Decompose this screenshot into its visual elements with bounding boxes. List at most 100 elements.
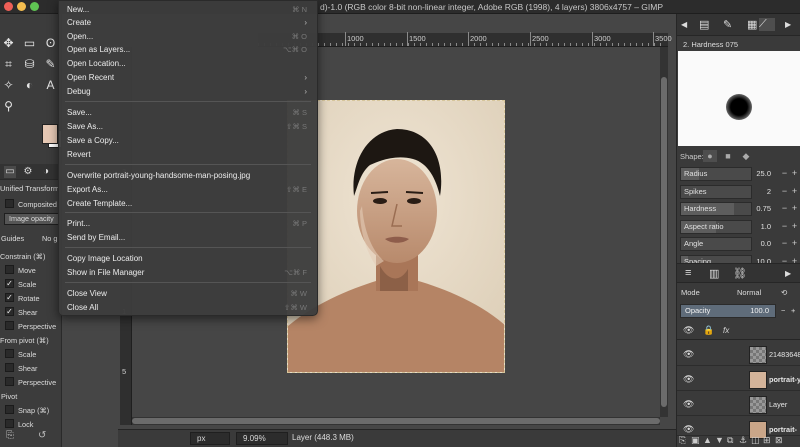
shear-checkbox[interactable]: ✓ <box>5 307 14 316</box>
param-minus-icon[interactable]: − <box>780 220 789 234</box>
unit-select[interactable]: px <box>190 432 230 445</box>
param-plus-icon[interactable]: + <box>790 237 799 251</box>
menu-item[interactable]: Print... ⌘ P <box>59 217 317 230</box>
layer-row[interactable]: 👁 21483648 <box>677 344 800 366</box>
fp-perspective-checkbox[interactable] <box>5 377 14 386</box>
visibility-eye-icon[interactable]: 👁 <box>683 399 694 410</box>
menu-item[interactable]: Save a Copy... <box>59 134 317 147</box>
shape-diamond-icon[interactable]: ◆ <box>739 150 753 162</box>
undo-history-tab-icon[interactable]: ◑ <box>40 166 52 178</box>
channels-tab-icon[interactable]: ▥ <box>709 267 719 280</box>
perspective-checkbox[interactable] <box>5 321 14 330</box>
mode-select[interactable]: Normal <box>737 286 761 299</box>
opacity-field[interactable]: Opacity 100.0 <box>680 304 776 318</box>
menu-item[interactable]: Close View ⌘ W <box>59 287 317 300</box>
fp-scale-checkbox[interactable] <box>5 349 14 358</box>
visibility-eye-icon[interactable]: 👁 <box>683 424 694 435</box>
delete-layer-icon[interactable]: ⊠ <box>775 435 783 446</box>
rotate-checkbox[interactable]: ✓ <box>5 293 14 302</box>
scrollbar-thumb[interactable] <box>661 77 667 407</box>
param-minus-icon[interactable]: − <box>780 237 789 251</box>
menu-item[interactable]: Save... ⌘ S <box>59 106 317 119</box>
mask-layer-icon[interactable]: ◫ <box>751 435 760 446</box>
horizontal-ruler[interactable]: 1000 1500 2000 2500 3000 3500 <box>258 32 672 47</box>
portrait-image[interactable] <box>287 100 505 373</box>
composited-checkbox[interactable] <box>5 199 14 208</box>
layer-row[interactable]: 👁 Layer <box>677 394 800 416</box>
param-plus-icon[interactable]: + <box>790 202 799 216</box>
lock-checkbox[interactable] <box>5 419 14 428</box>
layers-menu-icon[interactable]: ▶ <box>785 269 791 278</box>
crop-tool-icon[interactable]: ⌗ <box>1 57 16 72</box>
menu-item[interactable]: Copy Image Location <box>59 252 317 265</box>
bucket-tool-icon[interactable]: ⛁ <box>22 57 37 72</box>
param-minus-icon[interactable]: − <box>780 185 789 199</box>
tool-options-tab-icon[interactable]: ▭ <box>4 166 16 178</box>
image-opacity-field[interactable]: Image opacity <box>4 213 60 225</box>
duplicate-layer-icon[interactable]: ⧉ <box>727 435 733 446</box>
vertical-scrollbar[interactable] <box>660 47 668 417</box>
layer-row[interactable]: 👁 portrait-y <box>677 369 800 391</box>
visibility-eye-icon[interactable]: 👁 <box>683 349 694 360</box>
param-plus-icon[interactable]: + <box>790 220 799 234</box>
menu-item[interactable]: Create Template... <box>59 197 317 210</box>
menu-item[interactable]: Create › <box>59 16 317 29</box>
guides-select[interactable]: No g <box>42 234 57 243</box>
move-checkbox[interactable] <box>5 265 14 274</box>
menu-item[interactable]: Open Recent › <box>59 71 317 84</box>
param-plus-icon[interactable]: + <box>790 167 799 181</box>
close-window-button[interactable] <box>4 2 13 11</box>
menu-item[interactable]: Revert <box>59 148 317 161</box>
dock-tab-paint-dynamics-icon[interactable]: ✎ <box>723 18 732 31</box>
menu-item[interactable]: Show in File Manager ⌥⌘ F <box>59 266 317 279</box>
shape-circle-icon[interactable]: ● <box>703 150 717 162</box>
anchor-layer-icon[interactable]: ⚓ <box>739 435 747 446</box>
lock-layer-icon[interactable]: ⊞ <box>763 435 771 446</box>
param-minus-icon[interactable]: − <box>780 202 789 216</box>
rect-select-tool-icon[interactable]: ▭ <box>22 36 37 51</box>
menu-item[interactable]: Send by Email... <box>59 231 317 244</box>
zoom-window-button[interactable] <box>30 2 39 11</box>
mode-reset-icon[interactable]: ⟲ <box>781 286 787 299</box>
param-plus-icon[interactable]: + <box>790 185 799 199</box>
zoom-tool-icon[interactable]: ⚲ <box>1 99 16 114</box>
restore-preset-icon[interactable]: ↺ <box>38 430 46 441</box>
horizontal-scrollbar[interactable] <box>132 417 660 425</box>
dock-tab-brushes-icon[interactable]: ▤ <box>699 18 709 31</box>
dock-menu-icon[interactable]: ▶ <box>785 20 791 29</box>
paths-tab-icon[interactable]: ⛓ <box>733 267 747 280</box>
dodge-tool-icon[interactable]: ◐ <box>22 78 37 93</box>
shape-square-icon[interactable]: ■ <box>721 150 735 162</box>
foreground-color-swatch[interactable] <box>42 124 58 144</box>
device-status-tab-icon[interactable]: ⚙ <box>22 166 34 178</box>
new-group-icon[interactable]: ▣ <box>691 435 700 446</box>
scrollbar-thumb[interactable] <box>132 418 660 424</box>
lower-layer-icon[interactable]: ▼ <box>715 435 724 445</box>
fp-shear-checkbox[interactable] <box>5 363 14 372</box>
warp-tool-icon[interactable]: ✧ <box>1 78 16 93</box>
scale-checkbox[interactable]: ✓ <box>5 279 14 288</box>
text-tool-icon[interactable]: A <box>43 78 58 93</box>
visibility-eye-icon[interactable]: 👁 <box>683 374 694 385</box>
dock-tab-patterns-icon[interactable]: ▦ <box>747 18 757 31</box>
menu-item[interactable]: Export As... ⇧⌘ E <box>59 183 317 196</box>
menu-item[interactable]: Open Location... <box>59 57 317 70</box>
menu-item[interactable]: Save As... ⇧⌘ S <box>59 120 317 133</box>
opacity-plus-icon[interactable]: + <box>791 304 795 317</box>
param-minus-icon[interactable]: − <box>780 167 789 181</box>
snap-checkbox[interactable] <box>5 405 14 414</box>
layers-tab-icon[interactable]: ≡ <box>685 267 691 279</box>
menu-item[interactable]: Overwrite portrait-young-handsome-man-po… <box>59 169 317 182</box>
raise-layer-icon[interactable]: ▲ <box>703 435 712 445</box>
lasso-tool-icon[interactable]: ʘ <box>43 36 58 51</box>
menu-item[interactable]: Debug › <box>59 85 317 98</box>
move-tool-icon[interactable]: ✥ <box>1 36 16 51</box>
menu-item[interactable]: Open... ⌘ O <box>59 30 317 43</box>
layer-row[interactable]: 👁 portrait- <box>677 419 800 439</box>
dock-left-arrow-icon[interactable]: ◀ <box>681 20 687 29</box>
opacity-minus-icon[interactable]: − <box>781 304 785 317</box>
zoom-select[interactable]: 9.09% <box>236 432 288 445</box>
menu-item[interactable]: Close All ⇧⌘ W <box>59 301 317 314</box>
new-layer-icon[interactable]: ⎘ <box>679 435 686 446</box>
paintbrush-tool-icon[interactable]: ✎ <box>43 57 58 72</box>
